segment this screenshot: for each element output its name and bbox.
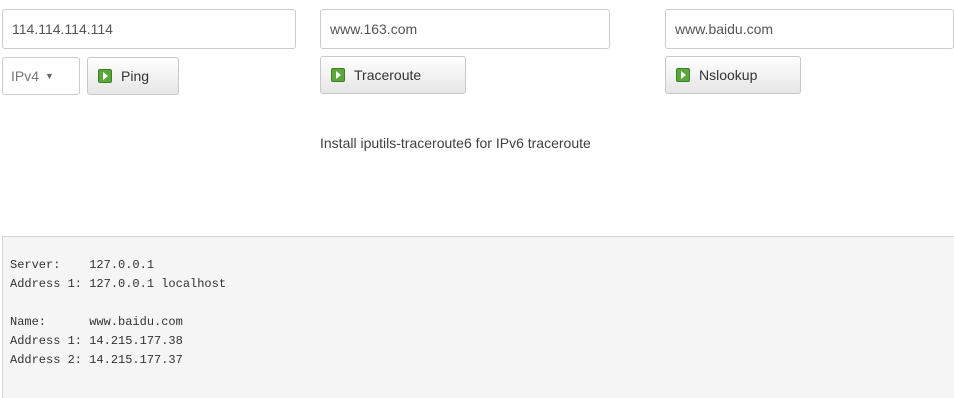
traceroute-host-input[interactable] [320,9,610,49]
traceroute-button[interactable]: Traceroute [320,56,466,94]
protocol-select-value: IPv4 [11,68,40,84]
output-line-address-1: Address 1: 14.215.177.38 [10,334,183,348]
output-line-address-2: Address 2: 14.215.177.37 [10,353,183,367]
nslookup-host-input[interactable] [665,9,954,49]
output-line-server: Server: 127.0.0.1 [10,258,155,272]
nslookup-button-label: Nslookup [699,67,758,83]
protocol-select[interactable]: IPv4 ▼ [2,57,80,95]
ping-button[interactable]: Ping [87,57,179,95]
ping-button-label: Ping [121,68,150,84]
play-icon [676,68,690,82]
output-line-name: Name: www.baidu.com [10,315,183,329]
output-line-server-address: Address 1: 127.0.0.1 localhost [10,277,227,291]
chevron-down-icon: ▼ [45,71,54,81]
diagnostics-output: Server: 127.0.0.1 Address 1: 127.0.0.1 l… [2,236,954,398]
traceroute-ipv6-note: Install iputils-traceroute6 for IPv6 tra… [320,135,591,151]
play-icon [331,68,345,82]
nslookup-button[interactable]: Nslookup [665,56,801,94]
ping-host-input[interactable] [2,9,296,49]
play-icon [98,69,112,83]
traceroute-button-label: Traceroute [354,67,422,83]
